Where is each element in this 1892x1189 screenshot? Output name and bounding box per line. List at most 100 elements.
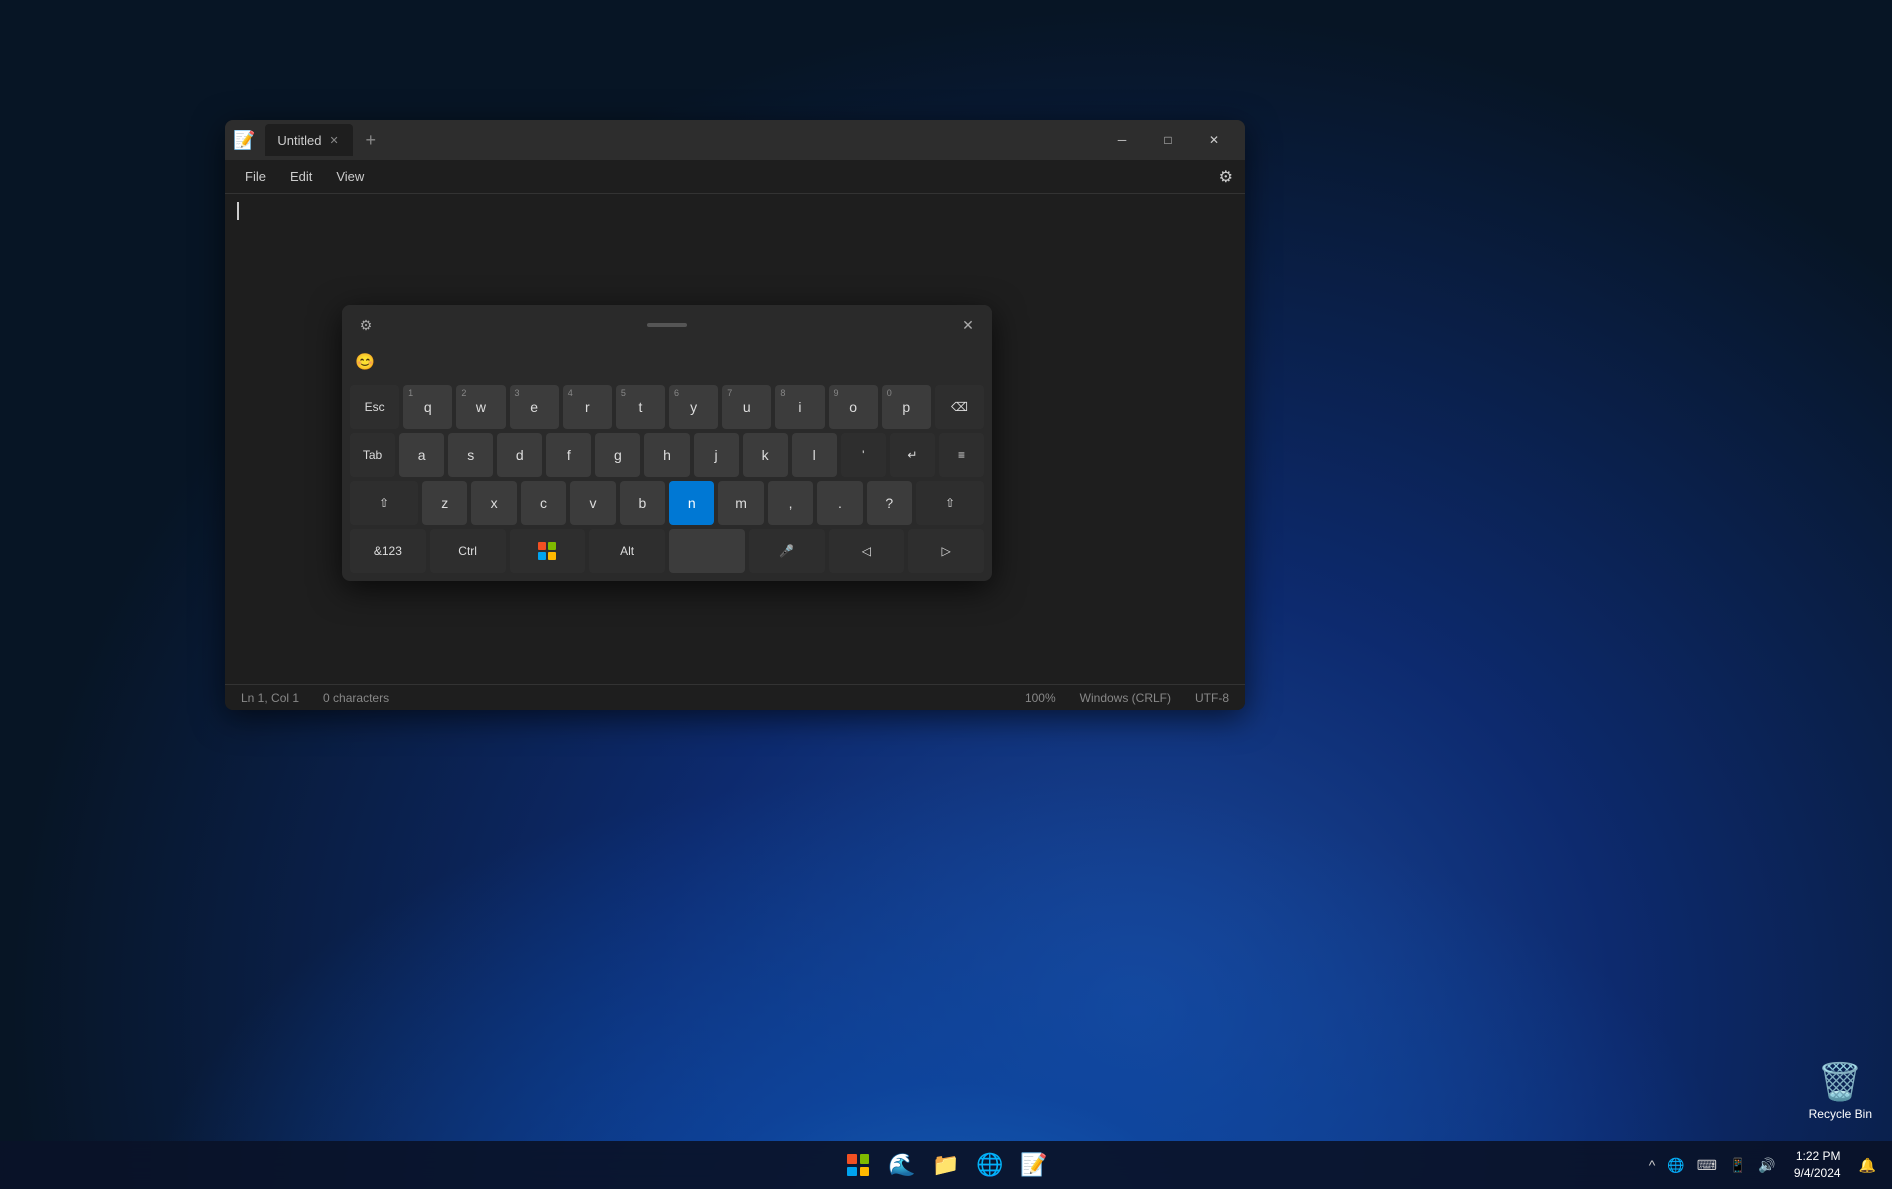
key-backspace[interactable]: ⌫ <box>935 385 984 429</box>
keyboard-row-4: &123 Ctrl Alt 🎤 ◁ ▷ <box>350 529 984 573</box>
taskbar-copilot-icon[interactable]: 🌊 <box>882 1145 922 1185</box>
key-alt[interactable]: Alt <box>589 529 665 573</box>
system-tray: ^ 🌐 ⌨ 📱 🔊 <box>1645 1153 1780 1178</box>
window-controls: ─ □ ✕ <box>1099 124 1237 156</box>
taskbar-right: ^ 🌐 ⌨ 📱 🔊 1:22 PM 9/4/2024 🔔 <box>1645 1148 1880 1182</box>
key-o[interactable]: 9o <box>829 385 878 429</box>
notification-icon[interactable]: 🔔 <box>1855 1153 1880 1178</box>
key-menu[interactable]: ≡ <box>939 433 984 477</box>
recycle-bin-icon: 🗑️ <box>1818 1061 1863 1103</box>
menu-view[interactable]: View <box>324 165 376 188</box>
taskbar-start-button[interactable] <box>838 1145 878 1185</box>
zoom-level[interactable]: 100% <box>1025 691 1056 705</box>
key-left-arrow[interactable]: ◁ <box>829 529 905 573</box>
key-t[interactable]: 5t <box>616 385 665 429</box>
menu-items: File Edit View <box>233 165 376 188</box>
notepad-tab[interactable]: Untitled ✕ <box>265 124 352 156</box>
tab-label: Untitled <box>277 133 321 148</box>
keyboard-settings-button[interactable]: ⚙ <box>352 311 380 339</box>
drag-line <box>647 323 687 327</box>
keyboard-titlebar: ⚙ ✕ <box>342 305 992 345</box>
keyboard-close-button[interactable]: ✕ <box>954 311 982 339</box>
key-i[interactable]: 8i <box>775 385 824 429</box>
key-a[interactable]: a <box>399 433 444 477</box>
key-space[interactable] <box>669 529 745 573</box>
key-g[interactable]: g <box>595 433 640 477</box>
menu-edit[interactable]: Edit <box>278 165 324 188</box>
taskbar-clock[interactable]: 1:22 PM 9/4/2024 <box>1786 1148 1849 1182</box>
taskbar-center: 🌊 📁 🌐 📝 <box>838 1145 1054 1185</box>
close-button[interactable]: ✕ <box>1191 124 1237 156</box>
key-p[interactable]: 0p <box>882 385 931 429</box>
taskbar-time: 1:22 PM <box>1794 1148 1841 1165</box>
keyboard-toolbar: 😊 <box>342 345 992 381</box>
cursor-position: Ln 1, Col 1 <box>241 691 299 705</box>
keyboard-layout-icon[interactable]: ⌨ <box>1693 1153 1721 1178</box>
key-tab[interactable]: Tab <box>350 433 395 477</box>
key-apostrophe[interactable]: ' <box>841 433 886 477</box>
key-microphone[interactable]: 🎤 <box>749 529 825 573</box>
key-right-arrow[interactable]: ▷ <box>908 529 984 573</box>
new-tab-button[interactable]: + <box>357 126 385 154</box>
tab-close-button[interactable]: ✕ <box>328 132 341 149</box>
taskbar-explorer-icon[interactable]: 📁 <box>926 1145 966 1185</box>
key-y[interactable]: 6y <box>669 385 718 429</box>
keyboard-rows: Esc 1q 2w 3e 4r 5t 6y 7u 8i 9o 0p ⌫ Tab … <box>342 381 992 581</box>
keyboard-drag-handle[interactable] <box>380 323 954 327</box>
key-c[interactable]: c <box>521 481 566 525</box>
key-q[interactable]: 1q <box>403 385 452 429</box>
key-j[interactable]: j <box>694 433 739 477</box>
tablet-icon[interactable]: 📱 <box>1725 1153 1750 1178</box>
key-b[interactable]: b <box>620 481 665 525</box>
key-esc[interactable]: Esc <box>350 385 399 429</box>
key-s[interactable]: s <box>448 433 493 477</box>
key-d[interactable]: d <box>497 433 542 477</box>
key-comma[interactable]: , <box>768 481 813 525</box>
key-f[interactable]: f <box>546 433 591 477</box>
key-symbols[interactable]: &123 <box>350 529 426 573</box>
key-m[interactable]: m <box>718 481 763 525</box>
settings-icon[interactable]: ⚙ <box>1215 163 1237 191</box>
keyboard-row-2: Tab a s d f g h j k l ' ↵ ≡ <box>350 433 984 477</box>
taskbar-date: 9/4/2024 <box>1794 1165 1841 1182</box>
taskbar: 🌊 📁 🌐 📝 ^ 🌐 ⌨ 📱 🔊 1:22 PM 9/4/2024 🔔 <box>0 1141 1892 1189</box>
menu-bar: File Edit View ⚙ <box>225 160 1245 194</box>
key-u[interactable]: 7u <box>722 385 771 429</box>
key-e[interactable]: 3e <box>510 385 559 429</box>
key-z[interactable]: z <box>422 481 467 525</box>
key-n[interactable]: n <box>669 481 714 525</box>
key-k[interactable]: k <box>743 433 788 477</box>
key-h[interactable]: h <box>644 433 689 477</box>
key-enter[interactable]: ↵ <box>890 433 935 477</box>
keyboard-row-3: ⇧ z x c v b n m , . ? ⇧ <box>350 481 984 525</box>
chevron-icon[interactable]: ^ <box>1645 1153 1660 1177</box>
key-shift-left[interactable]: ⇧ <box>350 481 418 525</box>
menu-file[interactable]: File <box>233 165 278 188</box>
network-icon[interactable]: 🌐 <box>1663 1153 1688 1178</box>
volume-icon[interactable]: 🔊 <box>1754 1153 1779 1178</box>
key-x[interactable]: x <box>471 481 516 525</box>
emoji-button[interactable]: 😊 <box>350 347 380 377</box>
key-v[interactable]: v <box>570 481 615 525</box>
key-windows[interactable] <box>510 529 586 573</box>
maximize-button[interactable]: □ <box>1145 124 1191 156</box>
recycle-bin-label: Recycle Bin <box>1809 1107 1872 1121</box>
status-bar: Ln 1, Col 1 0 characters 100% Windows (C… <box>225 684 1245 710</box>
key-shift-right[interactable]: ⇧ <box>916 481 984 525</box>
notepad-app-icon: 📝 <box>233 130 255 151</box>
recycle-bin[interactable]: 🗑️ Recycle Bin <box>1809 1061 1872 1121</box>
key-ctrl[interactable]: Ctrl <box>430 529 506 573</box>
tab-area: 📝 Untitled ✕ + <box>233 124 1099 156</box>
key-period[interactable]: . <box>817 481 862 525</box>
title-bar: 📝 Untitled ✕ + ─ □ ✕ <box>225 120 1245 160</box>
minimize-button[interactable]: ─ <box>1099 124 1145 156</box>
key-r[interactable]: 4r <box>563 385 612 429</box>
key-w[interactable]: 2w <box>456 385 505 429</box>
taskbar-notepad-icon[interactable]: 📝 <box>1014 1145 1054 1185</box>
taskbar-browser-icon[interactable]: 🌐 <box>970 1145 1010 1185</box>
key-l[interactable]: l <box>792 433 837 477</box>
key-question[interactable]: ? <box>867 481 912 525</box>
line-ending[interactable]: Windows (CRLF) <box>1080 691 1171 705</box>
keyboard-row-1: Esc 1q 2w 3e 4r 5t 6y 7u 8i 9o 0p ⌫ <box>350 385 984 429</box>
encoding[interactable]: UTF-8 <box>1195 691 1229 705</box>
